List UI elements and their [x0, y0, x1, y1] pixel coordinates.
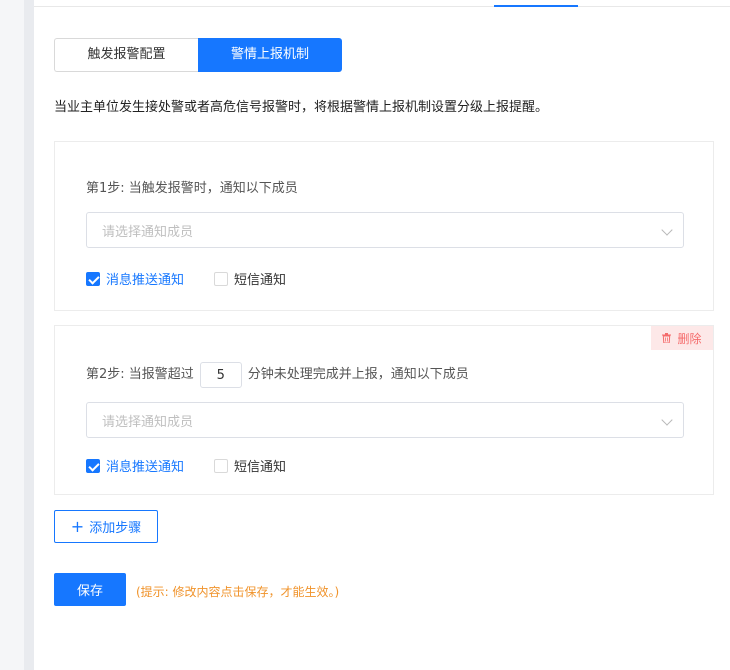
- step-1-notify-options: 消息推送通知 短信通知: [86, 269, 316, 288]
- save-hint: (提示: 修改内容点击保存，才能生效。): [136, 585, 340, 599]
- tab-escalation[interactable]: 警情上报机制: [198, 38, 342, 72]
- step-2-push-label: 消息推送通知: [106, 460, 185, 475]
- trash-icon: [662, 333, 672, 343]
- step-1-member-select[interactable]: 请选择通知成员: [86, 212, 684, 248]
- left-rail: [0, 0, 24, 670]
- step-card-1: 第1步: 当触发报警时，通知以下成员 请选择通知成员 消息推送通知 短信通知: [54, 141, 714, 311]
- step-1-sms-checkbox[interactable]: 短信通知: [214, 269, 286, 288]
- step-2-member-select[interactable]: 请选择通知成员: [86, 402, 684, 438]
- main-content: 触发报警配置 警情上报机制 当业主单位发生接处警或者高危信号报警时，将根据警情上…: [54, 38, 714, 606]
- step-2-title-prefix: 第2步: 当报警超过: [86, 367, 194, 382]
- checkbox-checked-icon[interactable]: [86, 458, 100, 473]
- step-2-select-placeholder: 请选择通知成员: [102, 415, 194, 430]
- left-rail-border: [24, 0, 34, 670]
- step-2-notify-options: 消息推送通知 短信通知: [86, 456, 316, 475]
- step-2-minutes-input[interactable]: [199, 362, 242, 388]
- checkbox-checked-icon[interactable]: [86, 271, 100, 286]
- step-2-title-suffix: 分钟未处理完成并上报，通知以下成员: [247, 367, 469, 382]
- checkbox-unchecked-icon[interactable]: [214, 458, 229, 473]
- checkbox-unchecked-icon[interactable]: [214, 271, 229, 286]
- top-tab-active-indicator: [494, 5, 578, 7]
- chevron-down-icon: [661, 224, 673, 236]
- step-1-title: 第1步: 当触发报警时，通知以下成员: [86, 181, 298, 196]
- add-step-label: 添加步骤: [89, 521, 142, 536]
- top-tabs-divider: [34, 6, 730, 7]
- step-1-select-placeholder: 请选择通知成员: [102, 225, 194, 240]
- save-button[interactable]: 保存: [54, 573, 126, 606]
- tab-trigger-config[interactable]: 触发报警配置: [54, 38, 198, 72]
- step-2-sms-checkbox[interactable]: 短信通知: [214, 456, 286, 475]
- step-1-sms-label: 短信通知: [234, 273, 287, 288]
- add-step-button[interactable]: + 添加步骤: [54, 510, 158, 543]
- delete-label: 删除: [677, 331, 702, 346]
- step-2-title: 第2步: 当报警超过 分钟未处理完成并上报，通知以下成员: [86, 362, 469, 388]
- step-1-push-checkbox[interactable]: 消息推送通知: [86, 269, 184, 288]
- chevron-down-icon: [661, 414, 673, 426]
- step-2-delete-button[interactable]: 删除: [651, 326, 713, 350]
- escalation-description: 当业主单位发生接处警或者高危信号报警时，将根据警情上报机制设置分级上报提醒。: [54, 100, 549, 115]
- step-1-push-label: 消息推送通知: [106, 273, 185, 288]
- step-2-push-checkbox[interactable]: 消息推送通知: [86, 456, 184, 475]
- config-tab-switch: 触发报警配置 警情上报机制: [54, 38, 342, 72]
- plus-icon: +: [70, 516, 85, 536]
- step-2-sms-label: 短信通知: [234, 460, 287, 475]
- step-card-2: 删除 第2步: 当报警超过 分钟未处理完成并上报，通知以下成员 请选择通知成员 …: [54, 325, 714, 495]
